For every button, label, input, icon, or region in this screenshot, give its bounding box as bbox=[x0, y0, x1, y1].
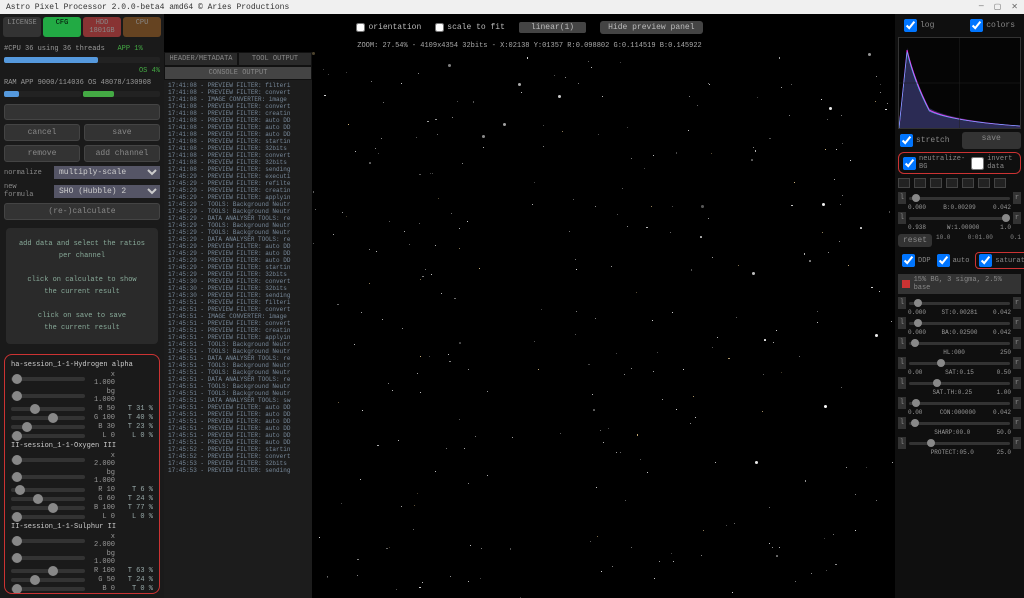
channel-slider-row[interactable]: B 30T 23 % bbox=[11, 423, 153, 431]
app-title: Astro Pixel Processor 2.0.0-beta4 amd64 … bbox=[6, 3, 289, 12]
right-panel: log colors stretch save neutralize-BG in… bbox=[895, 14, 1024, 598]
right-slider[interactable]: lr bbox=[898, 397, 1021, 409]
formula-label: new formula bbox=[4, 183, 50, 199]
cpu-button[interactable]: CPU bbox=[123, 17, 161, 37]
channel-slider-row[interactable]: G 60T 24 % bbox=[11, 495, 153, 503]
hide-preview-button[interactable]: Hide preview panel bbox=[600, 21, 702, 34]
reset-button[interactable]: reset bbox=[898, 234, 932, 247]
normalize-label: normalize bbox=[4, 169, 50, 177]
channel-panel: ha-session_1-1-Hydrogen alphax 1.000bg 1… bbox=[4, 354, 160, 594]
right-slider[interactable]: lr bbox=[898, 337, 1021, 349]
right-slider[interactable]: lr bbox=[898, 437, 1021, 449]
add-channel-button[interactable]: add channel bbox=[84, 145, 160, 162]
zoom-info: ZOOM: 27.54% - 4109x4354 32bits - X:0213… bbox=[164, 40, 895, 52]
tab-tool[interactable]: TOOL OUTPUT bbox=[238, 52, 312, 66]
normalize-select[interactable]: multiply-scale bbox=[54, 166, 160, 179]
linear-select[interactable]: linear(1) bbox=[519, 22, 586, 33]
license-button[interactable]: LICENSE bbox=[3, 17, 41, 37]
cancel-button[interactable]: cancel bbox=[4, 124, 80, 141]
color-squares[interactable] bbox=[898, 177, 1021, 189]
channel-slider-row[interactable]: x 2.000 bbox=[11, 452, 153, 468]
image-preview[interactable] bbox=[312, 52, 895, 598]
middle-panel: orientation scale to fit linear(1) Hide … bbox=[164, 14, 895, 598]
formula-select[interactable]: SHO (Hubble) 2 bbox=[54, 185, 160, 198]
channel-slider-row[interactable]: R 10T 6 % bbox=[11, 486, 153, 494]
log-checkbox[interactable]: log bbox=[904, 19, 934, 32]
hdd-button[interactable]: HDD 1801GB bbox=[83, 17, 121, 37]
channel-slider-row[interactable]: G 100T 40 % bbox=[11, 414, 153, 422]
channel-slider-row[interactable]: bg 1.000 bbox=[11, 550, 153, 566]
channel-slider-row[interactable]: L 0L 0 % bbox=[11, 432, 153, 440]
save-right-button[interactable]: save bbox=[962, 132, 1022, 149]
channel-slider-row[interactable]: G 50T 24 % bbox=[11, 576, 153, 584]
channel-slider-row[interactable]: x 1.000 bbox=[11, 371, 153, 387]
blank-button[interactable] bbox=[4, 104, 160, 120]
tab-header[interactable]: HEADER/METADATA bbox=[164, 52, 238, 66]
invert-checkbox[interactable]: invert data bbox=[971, 155, 1016, 171]
channel-slider-row[interactable]: B 100T 77 % bbox=[11, 504, 153, 512]
channel-slider-row[interactable]: L 0L 0 % bbox=[11, 513, 153, 521]
recalculate-button[interactable]: (re-)calculate bbox=[4, 203, 160, 220]
top-bar: orientation scale to fit linear(1) Hide … bbox=[164, 14, 895, 40]
ddp-checkbox[interactable]: DDP bbox=[902, 252, 931, 269]
cfg-button[interactable]: CFG bbox=[43, 17, 81, 37]
channel-slider-row[interactable]: bg 1.000 bbox=[11, 469, 153, 485]
channel-slider-row[interactable]: R 100T 63 % bbox=[11, 567, 153, 575]
console-panel: HEADER/METADATA TOOL OUTPUT CONSOLE OUTP… bbox=[164, 52, 312, 598]
right-slider[interactable]: lr bbox=[898, 317, 1021, 329]
channel-slider-row[interactable]: B 0T 0 % bbox=[11, 585, 153, 593]
right-slider[interactable]: lr bbox=[898, 212, 1021, 224]
right-slider[interactable]: lr bbox=[898, 297, 1021, 309]
right-slider[interactable]: lr bbox=[898, 417, 1021, 429]
right-slider[interactable]: lr bbox=[898, 377, 1021, 389]
info-box: add data and select the ratiosper channe… bbox=[6, 228, 158, 344]
right-slider[interactable]: lr bbox=[898, 192, 1021, 204]
window-controls[interactable]: —▢✕ bbox=[979, 2, 1018, 12]
remove-button[interactable]: remove bbox=[4, 145, 80, 162]
colors-checkbox[interactable]: colors bbox=[970, 19, 1015, 32]
channel-slider-row[interactable]: bg 1.000 bbox=[11, 388, 153, 404]
histogram[interactable] bbox=[898, 37, 1021, 129]
console-output[interactable]: 17:41:08 - PREVIEW FILTER: filteri17:41:… bbox=[164, 80, 312, 598]
stats-block: #CPU 36 using 36 threads APP 1% OS 4% RA… bbox=[0, 40, 164, 102]
channel-title: ha-session_1-1-Hydrogen alpha bbox=[11, 361, 153, 369]
saturation-checkbox[interactable]: saturation bbox=[975, 252, 1024, 269]
auto-checkbox[interactable]: auto bbox=[937, 252, 970, 269]
titlebar: Astro Pixel Processor 2.0.0-beta4 amd64 … bbox=[0, 0, 1024, 14]
ddp-preset-select[interactable]: 15% BG, 3 sigma, 2.5% base bbox=[898, 274, 1021, 294]
stretch-checkbox[interactable]: stretch bbox=[898, 132, 958, 149]
tab-console[interactable]: CONSOLE OUTPUT bbox=[164, 66, 312, 80]
channel-title: II-session_1-1-Oxygen III bbox=[11, 442, 153, 450]
scale-checkbox[interactable]: scale to fit bbox=[435, 23, 505, 32]
channel-title: II-session_1-1-Sulphur II bbox=[11, 523, 153, 531]
neutralize-bg-checkbox[interactable]: neutralize-BG bbox=[903, 155, 965, 171]
orientation-checkbox[interactable]: orientation bbox=[356, 23, 421, 32]
save-button[interactable]: save bbox=[84, 124, 160, 141]
neutralize-row: neutralize-BG invert data bbox=[898, 152, 1021, 174]
channel-slider-row[interactable]: x 2.000 bbox=[11, 533, 153, 549]
channel-slider-row[interactable]: R 50T 31 % bbox=[11, 405, 153, 413]
left-panel: LICENSE CFG HDD 1801GB CPU #CPU 36 using… bbox=[0, 14, 164, 598]
right-slider[interactable]: lr bbox=[898, 357, 1021, 369]
